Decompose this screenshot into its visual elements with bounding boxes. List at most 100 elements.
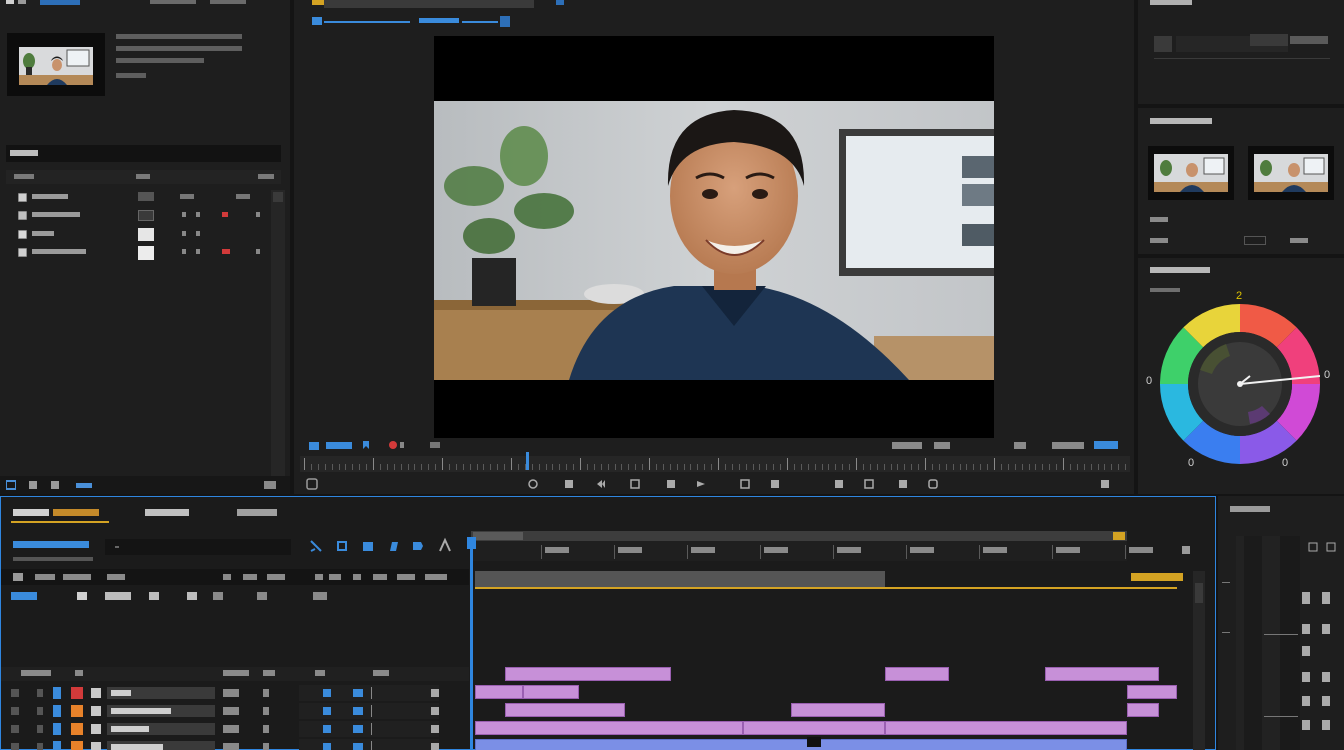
meter-expand-icon[interactable] [1326, 542, 1336, 552]
track-row[interactable] [1, 685, 469, 701]
track-target-b[interactable] [353, 725, 363, 733]
timeline-playhead-head[interactable] [467, 537, 476, 549]
project-tab-2[interactable] [150, 0, 196, 4]
timeline-tab-3[interactable] [237, 507, 287, 517]
track-lock-icon[interactable] [11, 725, 19, 733]
razor-tool-icon[interactable] [309, 539, 323, 553]
go-to-in-button[interactable] [596, 479, 606, 489]
track-vol[interactable] [371, 741, 372, 750]
wrench-icon[interactable] [223, 574, 231, 580]
track-col-d[interactable] [373, 574, 387, 580]
track-col-e[interactable] [397, 574, 415, 580]
timeline-vscroll-thumb[interactable] [1195, 583, 1203, 603]
insert-button[interactable] [770, 479, 780, 489]
freeform-view-icon[interactable] [50, 480, 60, 490]
playhead-position-icon[interactable] [308, 440, 322, 452]
bin-scrollbar[interactable] [271, 190, 285, 480]
track-eye-icon[interactable] [37, 725, 43, 733]
track-target[interactable] [53, 687, 61, 699]
track-mute[interactable] [223, 689, 239, 697]
track-vol[interactable] [371, 687, 372, 699]
track-pan[interactable] [431, 707, 439, 715]
fit-slider[interactable] [462, 21, 498, 23]
video-clip[interactable] [475, 739, 1127, 750]
col-rate-bar[interactable] [258, 174, 274, 179]
lock-icon[interactable] [267, 574, 285, 580]
track-pan[interactable] [431, 743, 439, 750]
markers-icon[interactable] [63, 574, 91, 580]
track-pan[interactable] [431, 725, 439, 733]
track-target-a[interactable] [323, 725, 331, 733]
audio-clip[interactable] [885, 721, 1127, 735]
step-forward-button[interactable] [696, 479, 706, 489]
audio-clip[interactable] [791, 703, 885, 717]
track-solo[interactable] [263, 689, 269, 697]
zoom-level-bar[interactable] [892, 442, 922, 449]
bin-scrollbar-thumb[interactable] [273, 192, 283, 202]
track-mute[interactable] [223, 725, 239, 733]
meter-control[interactable] [1302, 672, 1310, 682]
hand-tool-icon[interactable] [411, 539, 425, 553]
track-toggle-6[interactable] [257, 592, 267, 600]
track-solo[interactable] [263, 725, 269, 733]
selection-tool-icon[interactable] [437, 537, 453, 553]
ripple-tool-icon[interactable] [335, 539, 349, 553]
bin-header[interactable] [6, 145, 281, 162]
audio-clip[interactable] [475, 685, 523, 699]
meter-control[interactable] [1302, 646, 1310, 656]
track-lock-icon[interactable] [11, 743, 19, 750]
track-col-b[interactable] [329, 574, 341, 580]
inspector-field-4[interactable] [1290, 36, 1328, 44]
track-solo[interactable] [263, 743, 269, 750]
meter-control[interactable] [1302, 592, 1310, 604]
v1-target[interactable] [11, 592, 37, 600]
video-frame[interactable] [434, 36, 994, 438]
inspector-field[interactable] [1154, 36, 1172, 52]
slip-tool-icon[interactable] [361, 539, 375, 553]
track-toggle-3[interactable] [149, 592, 159, 600]
track-target-a[interactable] [323, 689, 331, 697]
color-wheel[interactable] [1160, 302, 1320, 466]
bin-item[interactable] [6, 208, 266, 223]
list-view-icon[interactable] [6, 480, 16, 490]
quality-bar[interactable] [934, 442, 950, 449]
go-to-out-button[interactable] [740, 479, 750, 489]
track-col-c[interactable] [353, 574, 361, 580]
audio-clip[interactable] [1127, 685, 1177, 699]
clip-thumbnail[interactable] [7, 33, 105, 96]
mark-out-button[interactable] [564, 479, 574, 489]
track-eye-icon[interactable] [37, 689, 43, 697]
mark-in-button[interactable] [528, 479, 538, 489]
track-col-a[interactable] [315, 574, 323, 580]
work-area-bar[interactable] [475, 571, 885, 587]
snap-icon[interactable] [13, 573, 23, 581]
sequence-name-bar[interactable] [13, 541, 89, 548]
audio-clip[interactable] [1127, 703, 1159, 717]
audio-clip[interactable] [505, 703, 625, 717]
meter-scale-icon[interactable] [1308, 542, 1318, 552]
meter-control[interactable] [1322, 672, 1330, 682]
meter-control[interactable] [1322, 696, 1330, 706]
meter-control[interactable] [1302, 624, 1310, 634]
track-toggle-5[interactable] [213, 592, 223, 600]
overwrite-button[interactable] [834, 479, 844, 489]
track-eye-icon[interactable] [37, 707, 43, 715]
track-vol[interactable] [371, 705, 372, 717]
project-menu-icon[interactable] [6, 0, 28, 6]
audio-clip[interactable] [743, 721, 885, 735]
track-vol[interactable] [371, 723, 372, 735]
viewer-playhead[interactable] [526, 452, 529, 470]
meter-control[interactable] [1322, 624, 1330, 634]
track-target-b[interactable] [353, 689, 363, 697]
meter-control[interactable] [1302, 696, 1310, 706]
track-row[interactable] [1, 703, 469, 719]
col-type-bar[interactable] [136, 174, 150, 179]
track-target-a[interactable] [323, 707, 331, 715]
track-target[interactable] [53, 741, 61, 750]
track-col-f[interactable] [425, 574, 447, 580]
track-toggle-7[interactable] [313, 592, 327, 600]
zoom-slider[interactable] [76, 483, 92, 488]
track-mute[interactable] [223, 707, 239, 715]
captions-icon[interactable] [243, 574, 257, 580]
timeline-tab-active[interactable] [11, 507, 111, 523]
